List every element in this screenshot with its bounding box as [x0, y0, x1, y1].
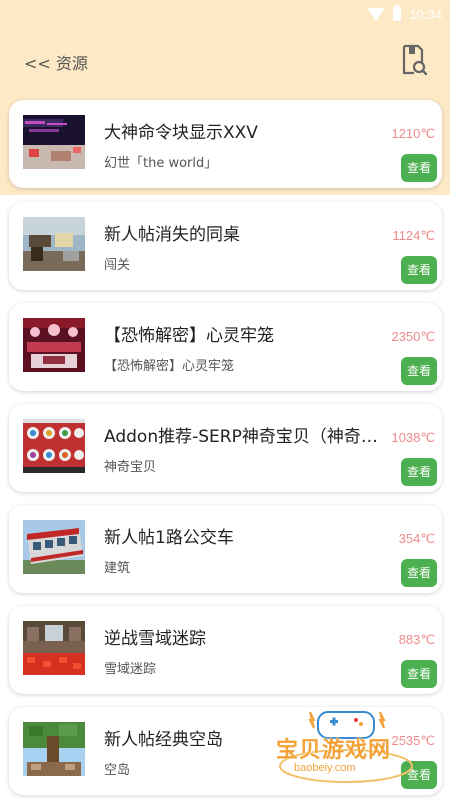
battery-icon — [393, 5, 402, 21]
view-button[interactable]: 查看 — [401, 458, 437, 486]
thumbnail-image — [23, 318, 85, 372]
item-title: 逆战雪域迷踪 — [104, 629, 206, 649]
view-button[interactable]: 查看 — [401, 357, 437, 385]
back-label: << 资源 — [24, 54, 88, 73]
resource-card[interactable]: 【恐怖解密】心灵牢笼 【恐怖解密】心灵牢笼 2350℃ 查看 — [9, 303, 442, 391]
view-button[interactable]: 查看 — [401, 559, 437, 587]
thumbnail-image — [23, 419, 85, 473]
item-subtitle: 神奇宝贝 — [104, 460, 157, 475]
resource-card[interactable]: 新人帖1路公交车 建筑 354℃ 查看 — [9, 505, 442, 593]
resource-card[interactable]: 新人帖消失的同桌 闯关 1124℃ 查看 — [9, 202, 442, 290]
search-button[interactable] — [400, 44, 428, 76]
temperature-label: 2535℃ — [391, 733, 435, 748]
resource-card[interactable]: 新人帖经典空岛 空岛 2535℃ 查看 — [9, 707, 442, 795]
view-button[interactable]: 查看 — [401, 154, 437, 182]
view-button[interactable]: 查看 — [401, 660, 437, 688]
item-subtitle: 【恐怖解密】心灵牢笼 — [104, 359, 235, 374]
temperature-label: 1124℃ — [392, 228, 435, 243]
item-subtitle: 雪域迷踪 — [104, 662, 157, 677]
back-button[interactable]: << 资源 — [24, 50, 88, 74]
item-subtitle: 建筑 — [104, 561, 131, 576]
item-title: 大神命令块显示XXV — [104, 123, 258, 143]
thumbnail-image — [23, 217, 85, 271]
thumbnail-image — [23, 621, 85, 675]
search-document-icon — [402, 44, 428, 76]
item-title: 新人帖1路公交车 — [104, 528, 234, 548]
temperature-label: 2350℃ — [391, 329, 435, 344]
thumbnail-image — [23, 115, 85, 169]
item-title: 新人帖经典空岛 — [104, 730, 223, 750]
item-title: 【恐怖解密】心灵牢笼 — [104, 326, 274, 346]
view-button[interactable]: 查看 — [401, 761, 437, 789]
item-subtitle: 空岛 — [104, 763, 131, 778]
view-button[interactable]: 查看 — [401, 256, 437, 284]
item-subtitle: 闯关 — [104, 258, 131, 273]
status-time: 10:34 — [409, 6, 442, 22]
resource-card[interactable]: 大神命令块显示XXV 幻世「the world」 1210℃ 查看 — [9, 100, 442, 188]
temperature-label: 354℃ — [398, 531, 435, 546]
resource-card[interactable]: 逆战雪域迷踪 雪域迷踪 883℃ 查看 — [9, 606, 442, 694]
temperature-label: 1038℃ — [391, 430, 435, 445]
resource-card[interactable]: Addon推荐-SERP神奇宝贝（神奇宝... 神奇宝贝 1038℃ 查看 — [9, 404, 442, 492]
thumbnail-image — [23, 722, 85, 776]
app-header: << 资源 — [0, 40, 450, 84]
status-bar: 10:34 — [0, 0, 450, 28]
item-title: 新人帖消失的同桌 — [104, 225, 240, 245]
thumbnail-image — [23, 520, 85, 574]
wifi-icon — [367, 7, 386, 21]
temperature-label: 883℃ — [398, 632, 435, 647]
item-subtitle: 幻世「the world」 — [104, 156, 218, 171]
temperature-label: 1210℃ — [391, 126, 435, 141]
item-title: Addon推荐-SERP神奇宝贝（神奇宝... — [104, 427, 389, 447]
